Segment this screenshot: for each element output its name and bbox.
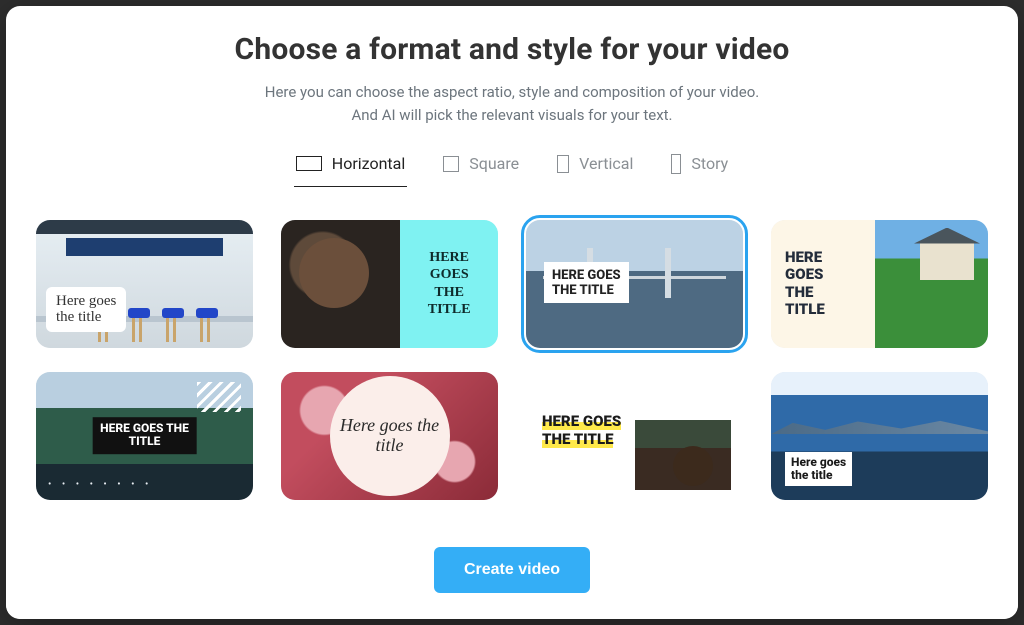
template-card-3[interactable]: HERE GOES THE TITLE	[526, 220, 743, 348]
format-style-modal: Choose a format and style for your video…	[6, 6, 1018, 619]
template-card-10-peek[interactable]: ★ ★ ★ ★ ★	[281, 524, 498, 528]
template-card-9-peek[interactable]	[36, 524, 253, 528]
template-title-text: Here goes the title	[46, 287, 126, 332]
template-card-6[interactable]: Here goes the title	[281, 372, 498, 500]
tab-label: Vertical	[579, 154, 633, 173]
template-title-text: HERE GOES THE TITLE	[544, 262, 629, 303]
tab-label: Square	[469, 154, 519, 173]
template-title-text: HERE GOES THE TITLE	[428, 249, 471, 319]
template-card-2[interactable]: HERE GOES THE TITLE	[281, 220, 498, 348]
horizontal-ratio-icon	[296, 156, 322, 171]
tab-horizontal[interactable]: Horizontal	[294, 148, 407, 187]
tab-square[interactable]: Square	[441, 148, 521, 187]
subtitle-line-1: Here you can choose the aspect ratio, st…	[265, 83, 759, 101]
template-card-5[interactable]: HERE GOES THE TITLE • • • • • • • •	[36, 372, 253, 500]
tab-label: Story	[691, 154, 728, 173]
tab-story[interactable]: Story	[669, 148, 730, 187]
create-video-button[interactable]: Create video	[434, 547, 590, 593]
templates-scroll-area[interactable]: Here goes the title HERE GOES THE TITLE …	[6, 198, 1018, 528]
aspect-ratio-tabs: Horizontal Square Vertical Story	[46, 148, 978, 188]
template-title-panel: HERE GOES THE TITLE	[400, 220, 498, 348]
template-card-7[interactable]: HERE GOES THE TITLE	[526, 372, 743, 500]
template-title-text: HERE GOES THE TITLE	[542, 394, 621, 448]
modal-footer: Create video	[6, 527, 1018, 619]
template-title-text: HERE GOES THE TITLE	[92, 417, 197, 455]
vertical-ratio-icon	[557, 155, 569, 173]
template-card-1[interactable]: Here goes the title	[36, 220, 253, 348]
tab-label: Horizontal	[332, 154, 405, 173]
page-title: Choose a format and style for your video	[46, 32, 978, 67]
modal-header: Choose a format and style for your video…	[6, 6, 1018, 198]
story-ratio-icon	[671, 154, 681, 174]
template-preview	[281, 220, 400, 348]
subtitle-line-2: And AI will pick the relevant visuals fo…	[351, 106, 672, 124]
template-title-text: Here goes the title	[785, 452, 852, 485]
template-title-panel: Here goes the title	[330, 376, 450, 496]
template-card-8[interactable]: Here goes the title	[771, 372, 988, 500]
pagination-dots-icon: • • • • • • • •	[48, 479, 152, 490]
template-card-4[interactable]: HERE GOES THE TITLE	[771, 220, 988, 348]
tab-vertical[interactable]: Vertical	[555, 148, 635, 187]
template-preview	[875, 220, 988, 348]
square-ratio-icon	[443, 156, 459, 172]
template-title-text: HERE GOES THE TITLE	[771, 249, 825, 318]
template-title-text: Here goes the title	[340, 416, 439, 456]
template-title-panel: HERE GOES THE TITLE	[771, 220, 875, 348]
templates-grid: Here goes the title HERE GOES THE TITLE …	[36, 220, 988, 528]
page-subtitle: Here you can choose the aspect ratio, st…	[46, 81, 978, 128]
